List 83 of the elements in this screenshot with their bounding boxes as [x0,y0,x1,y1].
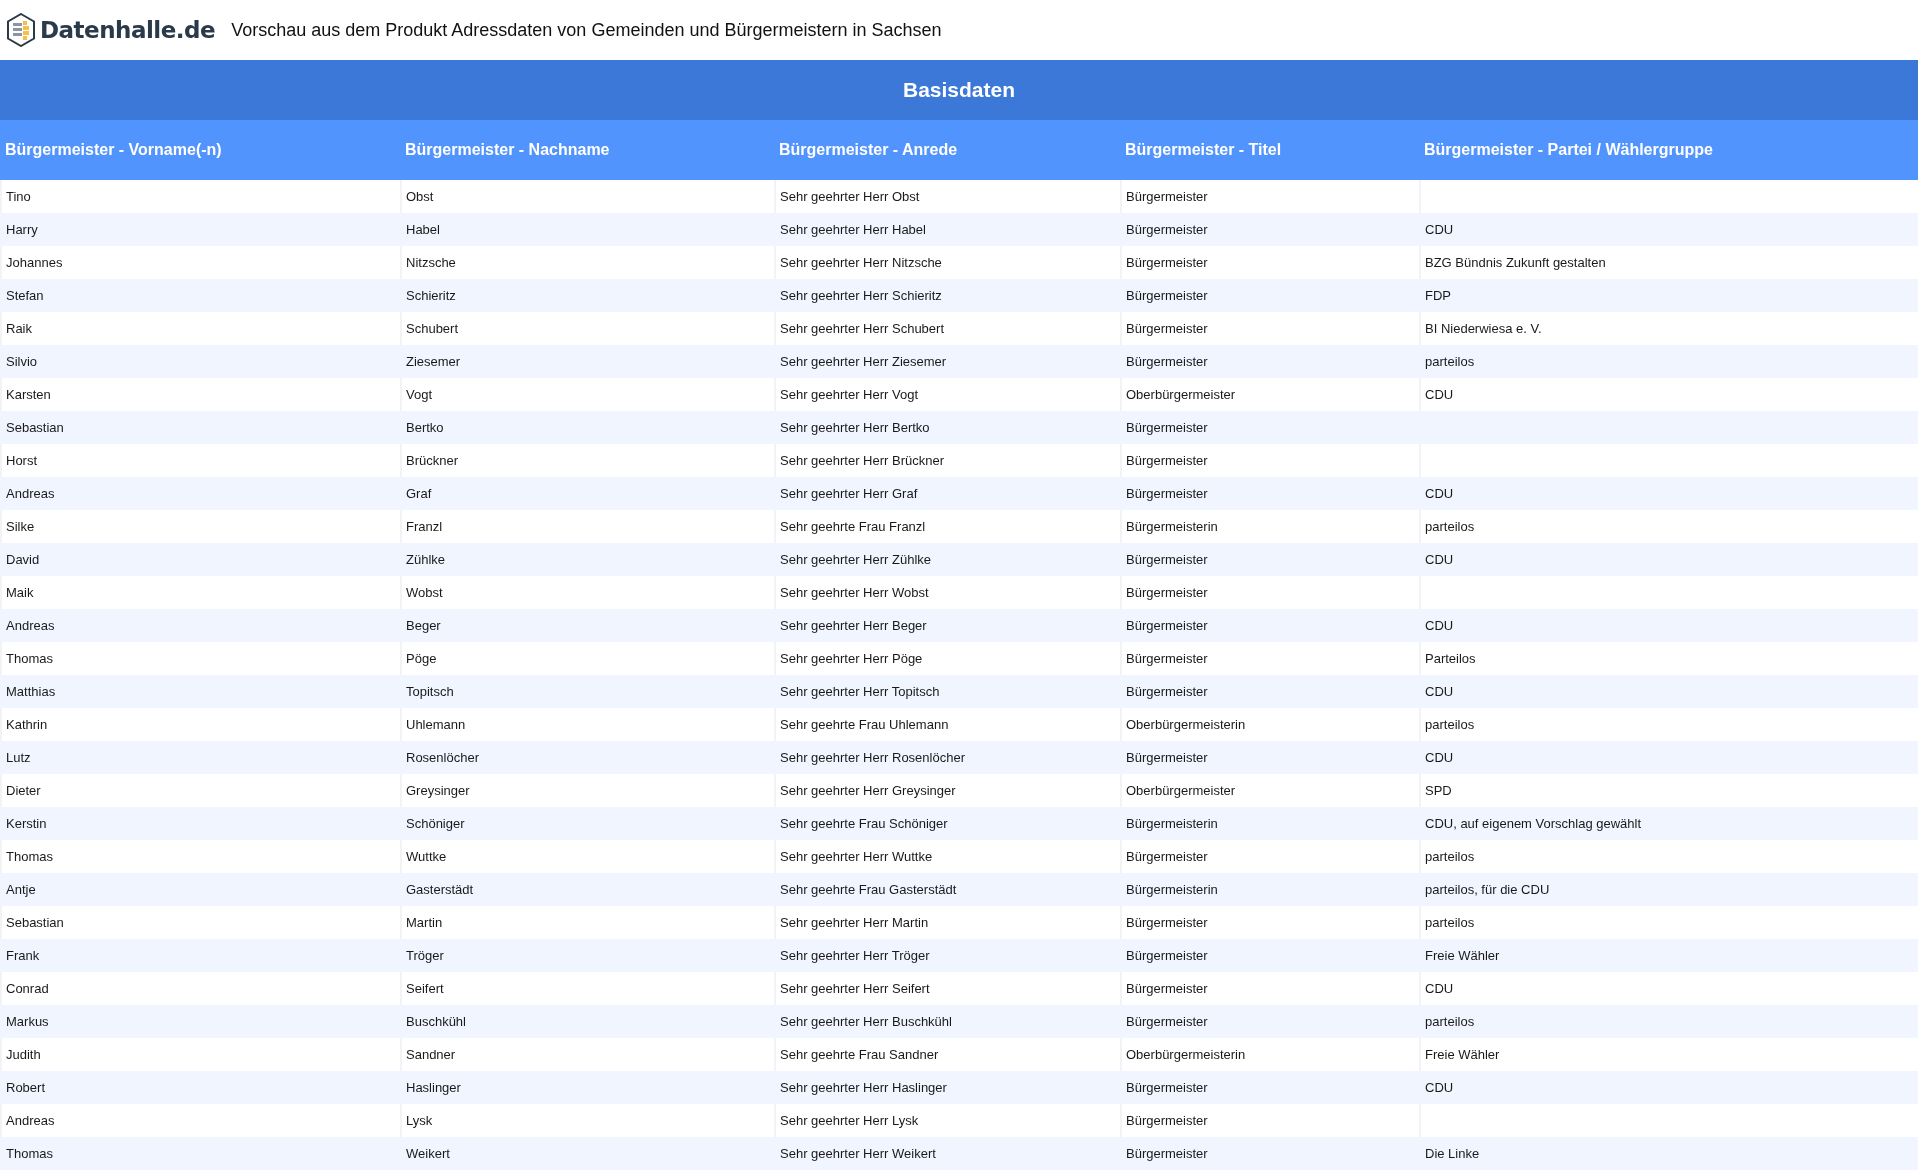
table-cell-text: Andreas [5,485,56,503]
table-cell-text: Sehr geehrter Herr Haslinger [779,1079,948,1097]
table-cell-text: Lutz [5,749,32,767]
table-cell-text: CDU [1424,1079,1455,1097]
table-cell-text: David [5,551,41,569]
column-header: Bürgermeister - Partei / Wählergruppe [1423,141,1714,159]
table-cell-text: Bürgermeister [1125,749,1209,767]
table-cell-text: Robert [5,1079,47,1097]
table-cell-text: CDU [1424,551,1455,569]
table-cell-text: Matthias [5,683,57,701]
table-cell-text: Bürgermeister [1125,353,1209,371]
table-cell-text: Bürgermeister [1125,1079,1209,1097]
column-header: Bürgermeister - Nachname [404,141,611,159]
table-cell-text: parteilos [1424,1013,1476,1031]
table-cell-text: parteilos [1424,353,1476,371]
table-cell-text: CDU [1424,485,1455,503]
table-cell-text: CDU [1424,683,1455,701]
table-cell-text: Bürgermeister [1125,221,1209,239]
column-header: Bürgermeister - Anrede [778,141,959,159]
table-cell-text: Sehr geehrter Herr Weikert [779,1145,937,1163]
table-cell-text: Sehr geehrte Frau Schöniger [779,815,949,833]
logo-icon [6,13,36,47]
table-cell-text: Ziesemer [405,353,462,371]
table-cell-text: Bürgermeister [1125,1013,1209,1031]
table-cell-text: Andreas [5,617,56,635]
table-cell-text: Bürgermeister [1125,485,1209,503]
page-title: Vorschau aus dem Produkt Adressdaten von Gemeinden und Bürgermeistern in Sachsen [231,19,942,41]
column-header: Bürgermeister - Vorname(-n) [4,141,223,159]
table-cell-text: Bürgermeister [1125,683,1209,701]
table-cell-text: Schieritz [405,287,457,305]
table-cell-text: Bertko [405,419,445,437]
table-cell-text: CDU [1424,617,1455,635]
table-cell-text: Graf [405,485,433,503]
table-cell-text: Bürgermeister [1125,551,1209,569]
table-cell-text: Buschkühl [405,1013,467,1031]
table-cell-text: Topitsch [405,683,455,701]
table-cell-text: Zühlke [405,551,447,569]
column-header: Bürgermeister - Titel [1124,141,1283,159]
table-cell-text: Bürgermeisterin [1125,881,1219,899]
table-cell-text: Sehr geehrte Frau Gasterstädt [779,881,958,899]
table-cell-text: Silvio [5,353,39,371]
table-cell-text: Sehr geehrter Herr Ziesemer [779,353,948,371]
table-cell-text: Schöniger [405,815,466,833]
table-cell-text: Kerstin [5,815,48,833]
table-cell-text: Weikert [405,1145,451,1163]
table-cell-text: Markus [5,1013,50,1031]
table-cell-text: Sehr geehrter Herr Buschkühl [779,1013,953,1031]
table-cell-text: Freie Wähler [1424,947,1501,965]
table-cell-text: CDU, auf eigenem Vorschlag gewählt [1424,815,1643,833]
table-cell-text: Sehr geehrter Herr Beger [779,617,928,635]
table-cell-text: Bürgermeisterin [1125,815,1219,833]
table-cell-text: Sehr geehrter Herr Tröger [779,947,931,965]
table-cell-text: Sehr geehrter Herr Schieritz [779,287,943,305]
section-title: Basisdaten [902,78,1015,102]
table-cell-text: Haslinger [405,1079,462,1097]
table-cell-text: Habel [405,221,441,239]
table-cell-text: parteilos, für die CDU [1424,881,1551,899]
table-cell-text: Sehr geehrter Herr Bertko [779,419,931,437]
table-cell-text: Beger [405,617,442,635]
table-cell-text: Gasterstädt [405,881,475,899]
table-cell-text: CDU [1424,221,1455,239]
table-cell-text: Bürgermeister [1125,287,1209,305]
logo-text: Datenhalle.de [40,17,216,43]
table-cell-text: Sehr geehrter Herr Habel [779,221,927,239]
table-cell-text: CDU [1424,749,1455,767]
table-cell-text: Tröger [405,947,445,965]
table-cell-text: Thomas [5,1145,54,1163]
table-cell-text: Antje [5,881,37,899]
table-cell-text: Die Linke [1424,1145,1481,1163]
table-cell-text: Sehr geehrter Herr Graf [779,485,919,503]
table-cell-text: Sehr geehrter Herr Zühlke [779,551,932,569]
table-cell-text: FDP [1424,287,1452,305]
table-cell-text: Harry [5,221,39,239]
table-cell-text: Sehr geehrter Herr Topitsch [779,683,941,701]
table-cell-text: Bürgermeister [1125,617,1209,635]
table-cell-text: Bürgermeister [1125,419,1209,437]
table-cell-text: Bürgermeister [1125,1145,1209,1163]
table-cell-text: Sehr geehrter Herr Rosenlöcher [779,749,966,767]
table-cell-text: Sebastian [5,419,65,437]
table-cell-text: Frank [5,947,41,965]
table-cell-text: Stefan [5,287,45,305]
table-cell-text: Rosenlöcher [405,749,480,767]
table-cell-text: Bürgermeister [1125,947,1209,965]
